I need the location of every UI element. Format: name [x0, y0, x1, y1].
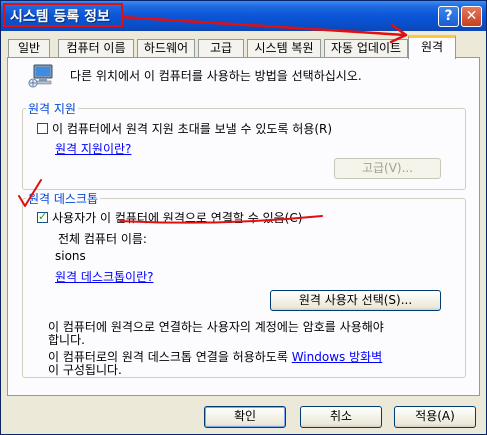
- tab-system-restore[interactable]: 시스템 복원: [247, 39, 321, 57]
- remote-desktop-group-label: 원격 데스크톱: [26, 190, 101, 207]
- what-is-remote-assistance-link[interactable]: 원격 지원이란?: [55, 140, 131, 157]
- firewall-note-line2: 이 구성됩니다.: [48, 363, 122, 377]
- full-computer-name-label: 전체 컴퓨터 이름:: [58, 232, 147, 246]
- select-remote-users-button[interactable]: 원격 사용자 선택(S)...: [270, 290, 441, 311]
- remote-computer-icon: [28, 63, 56, 89]
- allow-remote-desktop-label[interactable]: 사용자가 이 컴퓨터에 원격으로 연결할 수 있음(C): [52, 209, 302, 226]
- allow-remote-assistance-checkbox[interactable]: [37, 123, 48, 134]
- tab-automatic-updates[interactable]: 자동 업데이트: [324, 39, 408, 57]
- cancel-button[interactable]: 취소: [300, 406, 382, 428]
- window-title: 시스템 등록 정보: [10, 9, 110, 25]
- tab-advanced[interactable]: 고급: [198, 39, 244, 57]
- what-is-remote-desktop-link[interactable]: 원격 데스크톱이란?: [55, 268, 154, 285]
- allow-remote-desktop-checkbox[interactable]: [37, 210, 48, 223]
- remote-assistance-group-label: 원격 지원: [26, 100, 78, 117]
- intro-text: 다른 위치에서 이 컴퓨터를 사용하는 방법을 선택하십시오.: [70, 69, 362, 83]
- help-button[interactable]: ?: [438, 6, 459, 27]
- close-button[interactable]: ✕: [461, 6, 482, 27]
- system-properties-window: 시스템 등록 정보 ? ✕ 일반 컴퓨터 이름 하드웨어 고급 시스템 복원 자…: [0, 0, 487, 435]
- tab-general[interactable]: 일반: [8, 39, 50, 57]
- windows-firewall-link[interactable]: Windows 방화벽: [292, 350, 383, 364]
- password-note-line1: 이 컴퓨터에 원격으로 연결하는 사용자의 계정에는 암호를 사용해야: [48, 320, 384, 334]
- title-bar[interactable]: 시스템 등록 정보 ? ✕: [1, 1, 486, 31]
- tab-hardware[interactable]: 하드웨어: [137, 39, 195, 57]
- remote-assistance-advanced-button[interactable]: 고급(V)...: [334, 158, 441, 179]
- ok-button[interactable]: 확인: [204, 406, 286, 428]
- tab-computer-name[interactable]: 컴퓨터 이름: [58, 39, 134, 57]
- password-note-line2: 합니다.: [48, 333, 85, 347]
- allow-remote-assistance-label[interactable]: 이 컴퓨터에서 원격 지원 초대를 보낼 수 있도록 허용(R): [52, 120, 332, 137]
- remote-tab-panel: 다른 위치에서 이 컴퓨터를 사용하는 방법을 선택하십시오. 원격 지원 이 …: [7, 57, 480, 396]
- tab-remote[interactable]: 원격: [408, 35, 456, 59]
- full-computer-name-value: sions: [55, 249, 86, 263]
- apply-button[interactable]: 적용(A): [394, 406, 476, 428]
